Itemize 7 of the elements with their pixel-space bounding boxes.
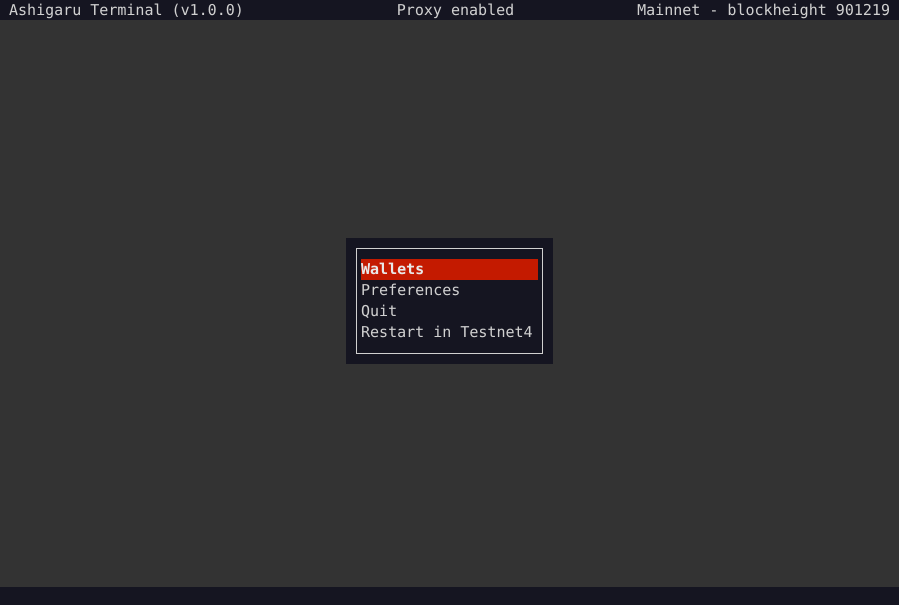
menu-item[interactable]: Quit xyxy=(361,300,538,322)
menu-item[interactable]: Restart in Testnet4 xyxy=(361,322,538,342)
proxy-status: Proxy enabled xyxy=(396,0,514,20)
menu-item[interactable]: Wallets xyxy=(361,258,538,280)
network-status: Mainnet - blockheight 901219 xyxy=(637,0,890,20)
menu-item[interactable]: Preferences xyxy=(361,280,538,300)
app-title: Ashigaru Terminal (v1.0.0) xyxy=(9,0,244,20)
